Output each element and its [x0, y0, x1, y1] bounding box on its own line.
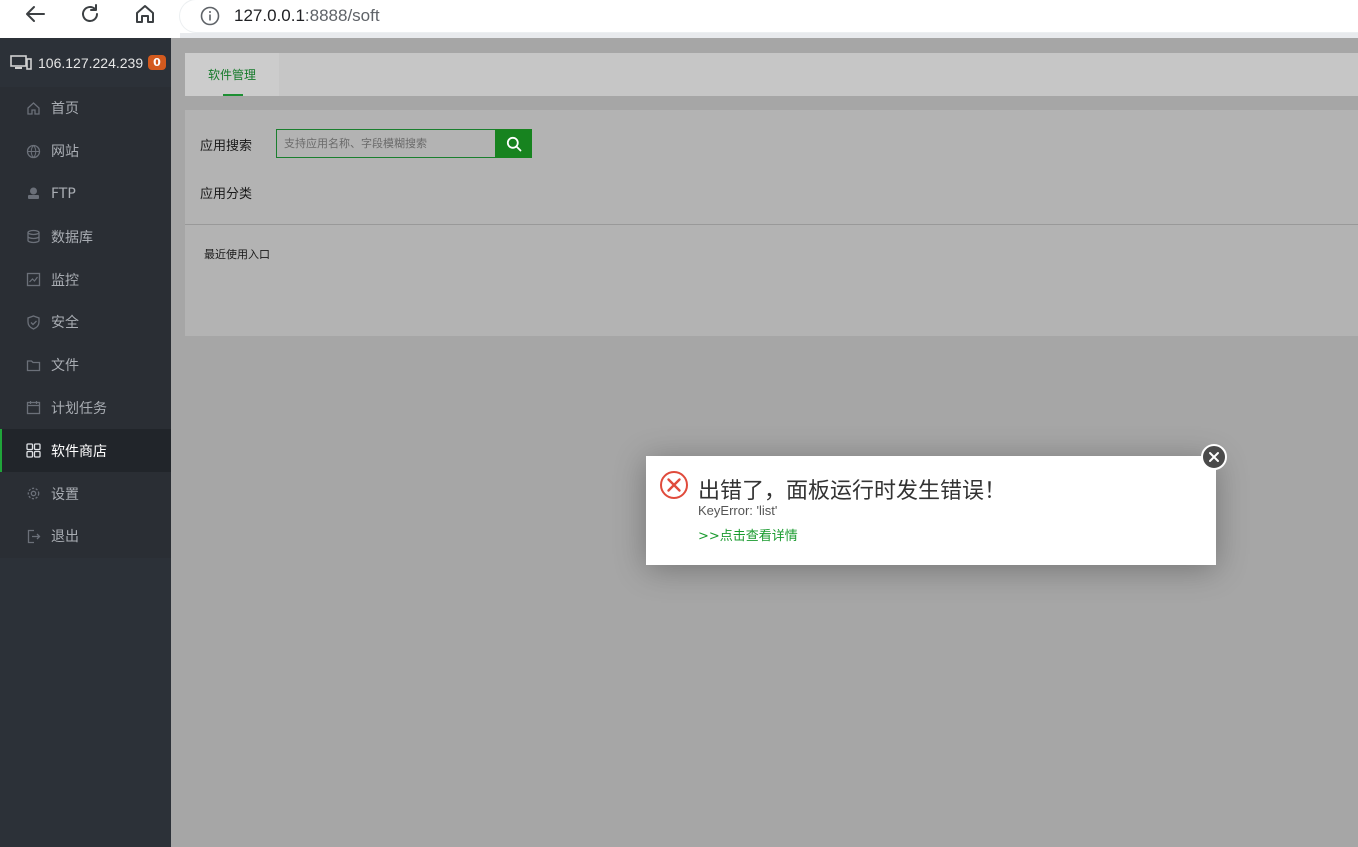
sidebar-item-label: 退出 — [51, 529, 79, 546]
sidebar-item-label: 数据库 — [51, 229, 93, 246]
divider — [185, 224, 1358, 225]
sidebar-item-label: 首页 — [51, 101, 79, 118]
view-details-link[interactable]: >>点击查看详情 — [698, 525, 798, 544]
monitor-icon — [26, 272, 41, 287]
sidebar-item-label: 文件 — [51, 358, 79, 375]
info-icon — [200, 6, 220, 26]
home-icon — [26, 101, 41, 116]
database-icon — [26, 229, 41, 244]
computer-icon — [10, 54, 32, 70]
search-icon — [506, 136, 521, 151]
url-path: :8888/soft — [304, 6, 380, 25]
server-host: 106.127.224.239 — [38, 54, 144, 71]
error-detail: KeyError: 'list' — [698, 503, 778, 518]
shield-icon — [26, 315, 41, 330]
main-content: 软件管理 应用搜索 支持应用名称、字段模糊搜索 应用分类 最近使用入口 — [171, 38, 1358, 847]
sidebar-item-label: FTP — [51, 185, 76, 202]
grid-icon — [26, 443, 41, 458]
sidebar-item-label: 网站 — [51, 144, 79, 161]
url-text: 127.0.0.1:8888/soft — [234, 6, 380, 26]
dialog-close-button[interactable] — [1201, 444, 1227, 470]
notification-badge[interactable]: 0 — [148, 55, 166, 70]
home-button[interactable] — [127, 0, 163, 28]
sidebar-menu: 首页 网站 FTP 数据库 监控 安全 文件 计划任务 软件商店 设置 退出 — [0, 87, 171, 558]
search-input[interactable]: 支持应用名称、字段模糊搜索 — [276, 129, 496, 158]
search-label: 应用搜索 — [200, 139, 253, 154]
ftp-icon — [26, 186, 41, 201]
recent-entries-label: 最近使用入口 — [204, 248, 270, 261]
sidebar-item-ftp[interactable]: FTP — [0, 173, 171, 216]
sidebar: 106.127.224.239 0 首页 网站 FTP 数据库 监控 安全 文件… — [0, 38, 171, 847]
reload-button[interactable] — [72, 0, 108, 28]
sidebar-item-security[interactable]: 安全 — [0, 301, 171, 344]
tab-bar: 软件管理 — [185, 53, 1358, 96]
sidebar-item-label: 设置 — [51, 486, 79, 503]
tab-label: 软件管理 — [207, 68, 256, 82]
search-button[interactable] — [495, 129, 532, 158]
logout-icon — [26, 529, 41, 544]
home-icon — [136, 5, 154, 23]
sidebar-item-softstore[interactable]: 软件商店 — [0, 429, 171, 473]
sidebar-item-logout[interactable]: 退出 — [0, 515, 171, 558]
sidebar-item-label: 软件商店 — [51, 443, 107, 460]
tab-active-indicator — [223, 94, 243, 96]
sidebar-item-files[interactable]: 文件 — [0, 344, 171, 387]
sidebar-item-settings[interactable]: 设置 — [0, 472, 171, 515]
back-button[interactable] — [17, 0, 53, 28]
globe-icon — [26, 144, 41, 159]
folder-icon — [26, 358, 41, 373]
sidebar-item-label: 安全 — [51, 315, 79, 332]
reload-icon — [82, 4, 98, 22]
error-icon — [660, 471, 688, 499]
error-title: 出错了，面板运行时发生错误！ — [698, 479, 1007, 504]
gear-icon — [26, 486, 41, 501]
sidebar-item-monitor[interactable]: 监控 — [0, 258, 171, 301]
sidebar-item-label: 计划任务 — [51, 400, 107, 417]
error-dialog: 出错了，面板运行时发生错误！ KeyError: 'list' >>点击查看详情 — [646, 456, 1216, 565]
server-header[interactable]: 106.127.224.239 0 — [0, 38, 171, 87]
address-bar[interactable]: 127.0.0.1:8888/soft — [180, 0, 1358, 32]
arrow-left-icon — [26, 6, 45, 22]
tab-software-management[interactable]: 软件管理 — [185, 53, 279, 96]
url-host: 127.0.0.1 — [234, 6, 305, 25]
sidebar-item-label: 监控 — [51, 272, 79, 289]
sidebar-item-home[interactable]: 首页 — [0, 87, 171, 130]
browser-toolbar: 127.0.0.1:8888/soft — [0, 0, 1358, 38]
calendar-icon — [26, 400, 41, 415]
category-label: 应用分类 — [200, 187, 253, 202]
content-panel: 应用搜索 支持应用名称、字段模糊搜索 应用分类 最近使用入口 — [185, 110, 1358, 336]
sidebar-item-database[interactable]: 数据库 — [0, 215, 171, 258]
close-icon — [1209, 452, 1219, 462]
sidebar-item-cron[interactable]: 计划任务 — [0, 387, 171, 430]
sidebar-item-website[interactable]: 网站 — [0, 130, 171, 173]
